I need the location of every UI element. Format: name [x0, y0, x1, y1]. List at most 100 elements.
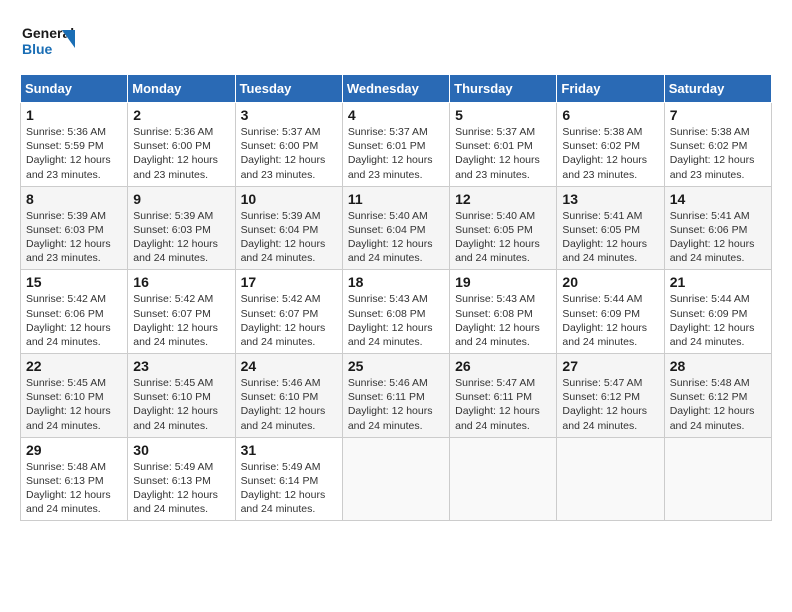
- day-number: 16: [133, 274, 229, 290]
- day-number: 17: [241, 274, 337, 290]
- day-info: Sunrise: 5:48 AM Sunset: 6:13 PM Dayligh…: [26, 460, 122, 517]
- calendar-cell: [450, 437, 557, 521]
- day-info: Sunrise: 5:43 AM Sunset: 6:08 PM Dayligh…: [348, 292, 444, 349]
- calendar-week-5: 29 Sunrise: 5:48 AM Sunset: 6:13 PM Dayli…: [21, 437, 772, 521]
- calendar-cell: 23Sunrise: 5:45 AM Sunset: 6:10 PM Dayli…: [128, 354, 235, 438]
- calendar-cell: 16 Sunrise: 5:42 AM Sunset: 6:07 PM Dayli…: [128, 270, 235, 354]
- day-info: Sunrise: 5:44 AM Sunset: 6:09 PM Dayligh…: [562, 292, 658, 349]
- calendar-cell: 28 Sunrise: 5:48 AM Sunset: 6:12 PM Dayli…: [664, 354, 771, 438]
- day-info: Sunrise: 5:46 AM Sunset: 6:10 PM Dayligh…: [241, 376, 337, 433]
- weekday-header-tuesday: Tuesday: [235, 75, 342, 103]
- calendar-week-2: 8 Sunrise: 5:39 AM Sunset: 6:03 PM Daylig…: [21, 186, 772, 270]
- day-info: Sunrise: 5:39 AM Sunset: 6:04 PM Dayligh…: [241, 209, 337, 266]
- calendar-week-1: 1Sunrise: 5:36 AM Sunset: 5:59 PM Daylig…: [21, 103, 772, 187]
- day-number: 21: [670, 274, 766, 290]
- calendar-week-3: 15 Sunrise: 5:42 AM Sunset: 6:06 PM Dayli…: [21, 270, 772, 354]
- logo: General Blue: [20, 20, 75, 64]
- day-number: 8: [26, 191, 122, 207]
- calendar-cell: 8 Sunrise: 5:39 AM Sunset: 6:03 PM Daylig…: [21, 186, 128, 270]
- calendar-cell: 30 Sunrise: 5:49 AM Sunset: 6:13 PM Dayli…: [128, 437, 235, 521]
- calendar-cell: 29 Sunrise: 5:48 AM Sunset: 6:13 PM Dayli…: [21, 437, 128, 521]
- day-number: 24: [241, 358, 337, 374]
- day-number: 15: [26, 274, 122, 290]
- weekday-header-sunday: Sunday: [21, 75, 128, 103]
- calendar-week-4: 22 Sunrise: 5:45 AM Sunset: 6:10 PM Dayli…: [21, 354, 772, 438]
- day-info: Sunrise: 5:38 AM Sunset: 6:02 PM Dayligh…: [670, 125, 766, 182]
- day-number: 4: [348, 107, 444, 123]
- weekday-header-saturday: Saturday: [664, 75, 771, 103]
- day-number: 29: [26, 442, 122, 458]
- calendar-cell: 1Sunrise: 5:36 AM Sunset: 5:59 PM Daylig…: [21, 103, 128, 187]
- calendar-cell: [342, 437, 449, 521]
- day-info: Sunrise: 5:47 AM Sunset: 6:12 PM Dayligh…: [562, 376, 658, 433]
- day-info: Sunrise: 5:49 AM Sunset: 6:13 PM Dayligh…: [133, 460, 229, 517]
- calendar-cell: 17 Sunrise: 5:42 AM Sunset: 6:07 PM Dayli…: [235, 270, 342, 354]
- day-info: Sunrise: 5:37 AM Sunset: 6:01 PM Dayligh…: [455, 125, 551, 182]
- calendar-cell: 25Sunrise: 5:46 AM Sunset: 6:11 PM Dayli…: [342, 354, 449, 438]
- day-number: 2: [133, 107, 229, 123]
- day-number: 31: [241, 442, 337, 458]
- day-number: 27: [562, 358, 658, 374]
- day-info: Sunrise: 5:39 AM Sunset: 6:03 PM Dayligh…: [26, 209, 122, 266]
- day-info: Sunrise: 5:48 AM Sunset: 6:12 PM Dayligh…: [670, 376, 766, 433]
- day-number: 7: [670, 107, 766, 123]
- calendar-cell: 24 Sunrise: 5:46 AM Sunset: 6:10 PM Dayli…: [235, 354, 342, 438]
- calendar-cell: [557, 437, 664, 521]
- day-info: Sunrise: 5:36 AM Sunset: 6:00 PM Dayligh…: [133, 125, 229, 182]
- calendar-cell: 19Sunrise: 5:43 AM Sunset: 6:08 PM Dayli…: [450, 270, 557, 354]
- day-number: 6: [562, 107, 658, 123]
- day-number: 26: [455, 358, 551, 374]
- day-info: Sunrise: 5:41 AM Sunset: 6:06 PM Dayligh…: [670, 209, 766, 266]
- day-number: 14: [670, 191, 766, 207]
- day-number: 22: [26, 358, 122, 374]
- calendar-cell: 27 Sunrise: 5:47 AM Sunset: 6:12 PM Dayli…: [557, 354, 664, 438]
- weekday-header-wednesday: Wednesday: [342, 75, 449, 103]
- day-number: 3: [241, 107, 337, 123]
- day-info: Sunrise: 5:47 AM Sunset: 6:11 PM Dayligh…: [455, 376, 551, 433]
- calendar-cell: 18Sunrise: 5:43 AM Sunset: 6:08 PM Dayli…: [342, 270, 449, 354]
- day-info: Sunrise: 5:41 AM Sunset: 6:05 PM Dayligh…: [562, 209, 658, 266]
- day-number: 12: [455, 191, 551, 207]
- calendar-cell: 5 Sunrise: 5:37 AM Sunset: 6:01 PM Daylig…: [450, 103, 557, 187]
- calendar-cell: 10Sunrise: 5:39 AM Sunset: 6:04 PM Dayli…: [235, 186, 342, 270]
- weekday-header-friday: Friday: [557, 75, 664, 103]
- calendar-cell: 3 Sunrise: 5:37 AM Sunset: 6:00 PM Daylig…: [235, 103, 342, 187]
- day-number: 5: [455, 107, 551, 123]
- day-info: Sunrise: 5:45 AM Sunset: 6:10 PM Dayligh…: [133, 376, 229, 433]
- day-number: 11: [348, 191, 444, 207]
- day-info: Sunrise: 5:36 AM Sunset: 5:59 PM Dayligh…: [26, 125, 122, 182]
- day-info: Sunrise: 5:37 AM Sunset: 6:01 PM Dayligh…: [348, 125, 444, 182]
- weekday-header-monday: Monday: [128, 75, 235, 103]
- calendar-cell: 13 Sunrise: 5:41 AM Sunset: 6:05 PM Dayli…: [557, 186, 664, 270]
- day-number: 13: [562, 191, 658, 207]
- calendar-cell: 2 Sunrise: 5:36 AM Sunset: 6:00 PM Daylig…: [128, 103, 235, 187]
- calendar-cell: 22 Sunrise: 5:45 AM Sunset: 6:10 PM Dayli…: [21, 354, 128, 438]
- day-info: Sunrise: 5:42 AM Sunset: 6:06 PM Dayligh…: [26, 292, 122, 349]
- day-number: 9: [133, 191, 229, 207]
- day-number: 19: [455, 274, 551, 290]
- day-info: Sunrise: 5:37 AM Sunset: 6:00 PM Dayligh…: [241, 125, 337, 182]
- day-number: 30: [133, 442, 229, 458]
- calendar-cell: 15 Sunrise: 5:42 AM Sunset: 6:06 PM Dayli…: [21, 270, 128, 354]
- calendar-cell: 11Sunrise: 5:40 AM Sunset: 6:04 PM Dayli…: [342, 186, 449, 270]
- day-info: Sunrise: 5:49 AM Sunset: 6:14 PM Dayligh…: [241, 460, 337, 517]
- calendar-cell: 9Sunrise: 5:39 AM Sunset: 6:03 PM Daylig…: [128, 186, 235, 270]
- day-info: Sunrise: 5:45 AM Sunset: 6:10 PM Dayligh…: [26, 376, 122, 433]
- page-header: General Blue: [20, 20, 772, 64]
- calendar-cell: 21 Sunrise: 5:44 AM Sunset: 6:09 PM Dayli…: [664, 270, 771, 354]
- day-info: Sunrise: 5:38 AM Sunset: 6:02 PM Dayligh…: [562, 125, 658, 182]
- calendar-cell: 7 Sunrise: 5:38 AM Sunset: 6:02 PM Daylig…: [664, 103, 771, 187]
- day-info: Sunrise: 5:44 AM Sunset: 6:09 PM Dayligh…: [670, 292, 766, 349]
- day-info: Sunrise: 5:40 AM Sunset: 6:05 PM Dayligh…: [455, 209, 551, 266]
- day-info: Sunrise: 5:46 AM Sunset: 6:11 PM Dayligh…: [348, 376, 444, 433]
- calendar-header-row: SundayMondayTuesdayWednesdayThursdayFrid…: [21, 75, 772, 103]
- day-info: Sunrise: 5:42 AM Sunset: 6:07 PM Dayligh…: [133, 292, 229, 349]
- svg-text:Blue: Blue: [22, 41, 53, 57]
- logo-icon: General Blue: [20, 20, 75, 64]
- weekday-header-thursday: Thursday: [450, 75, 557, 103]
- day-info: Sunrise: 5:42 AM Sunset: 6:07 PM Dayligh…: [241, 292, 337, 349]
- calendar-cell: [664, 437, 771, 521]
- day-number: 20: [562, 274, 658, 290]
- calendar-cell: 6 Sunrise: 5:38 AM Sunset: 6:02 PM Daylig…: [557, 103, 664, 187]
- day-number: 28: [670, 358, 766, 374]
